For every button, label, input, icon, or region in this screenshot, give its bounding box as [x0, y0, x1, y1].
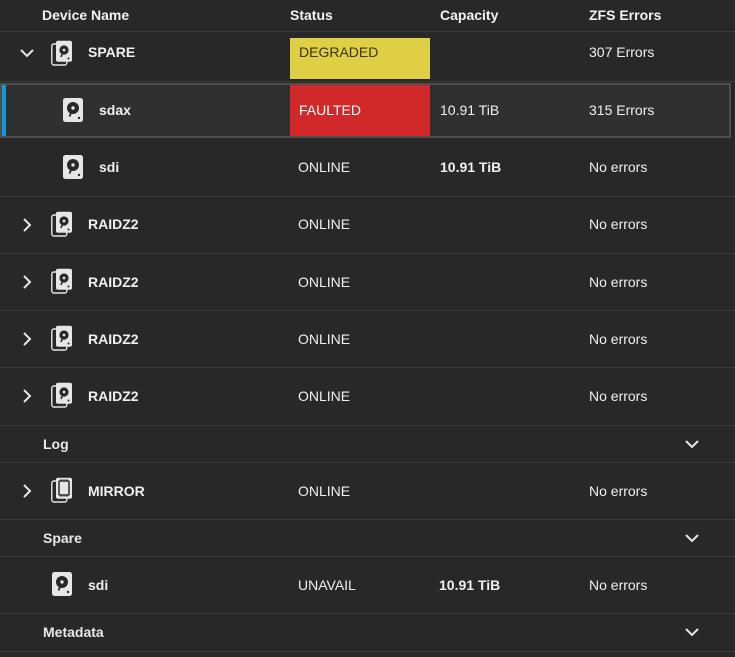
table-header: Device Name Status Capacity ZFS Errors [0, 0, 735, 32]
status-value: ONLINE [298, 216, 351, 232]
section-header-spare[interactable]: Spare [0, 520, 735, 557]
status-badge-degraded: DEGRADED [290, 38, 430, 79]
status-value: ONLINE [298, 331, 351, 347]
section-header-log[interactable]: Log [0, 426, 735, 463]
disk-group-icon [51, 40, 73, 66]
table-row[interactable]: MIRROR ONLINE No errors [0, 463, 735, 520]
errors-value: No errors [589, 388, 648, 404]
selection-accent [2, 85, 6, 136]
device-name: sdi [88, 577, 109, 593]
capacity-value: 10.91 TiB [440, 159, 502, 175]
device-name: sdi [99, 159, 120, 175]
chevron-right-icon[interactable] [18, 387, 36, 405]
chevron-right-icon[interactable] [18, 273, 36, 291]
table-row[interactable]: RAIDZ2 ONLINE No errors [0, 254, 735, 311]
errors-value: No errors [589, 274, 648, 290]
errors-value: 315 Errors [589, 102, 655, 118]
chevron-right-icon[interactable] [18, 482, 36, 500]
chevron-right-icon[interactable] [18, 330, 36, 348]
table-row-selected[interactable]: sdax FAULTED 10.91 TiB 315 Errors [0, 83, 731, 138]
status-value: ONLINE [298, 483, 351, 499]
section-title: Spare [43, 530, 82, 546]
chevron-down-icon[interactable] [18, 44, 36, 62]
table-row[interactable]: SPARE DEGRADED 307 Errors [0, 32, 735, 82]
disk-group-icon [51, 382, 73, 408]
hard-disk-icon [62, 97, 84, 123]
device-name: RAIDZ2 [88, 331, 139, 347]
device-tree-table: Device Name Status Capacity ZFS Errors S… [0, 0, 735, 657]
chevron-down-icon[interactable] [683, 529, 701, 547]
hard-disk-icon [51, 571, 73, 597]
col-capacity[interactable]: Capacity [440, 7, 498, 23]
disk-group-icon [51, 325, 73, 351]
device-name: sdax [99, 102, 131, 118]
status-value: ONLINE [298, 274, 351, 290]
disk-group-icon [51, 211, 73, 237]
table-row[interactable]: RAIDZ2 ONLINE No errors [0, 197, 735, 254]
table-row[interactable]: RAIDZ2 ONLINE No errors [0, 368, 735, 426]
errors-value: No errors [589, 159, 648, 175]
device-name: MIRROR [88, 483, 145, 499]
device-name: RAIDZ2 [88, 274, 139, 290]
status-value: UNAVAIL [298, 577, 356, 593]
errors-value: No errors [589, 331, 648, 347]
section-title: Log [43, 436, 69, 452]
errors-value: No errors [589, 216, 648, 232]
capacity-value: 10.91 TiB [440, 102, 500, 118]
table-row[interactable]: RAIDZ2 ONLINE No errors [0, 311, 735, 368]
status-badge-faulted: FAULTED [290, 85, 430, 136]
chevron-down-icon[interactable] [683, 435, 701, 453]
table-row[interactable]: sdi ONLINE 10.91 TiB No errors [0, 139, 735, 197]
status-value: ONLINE [298, 388, 351, 404]
errors-value: No errors [589, 577, 648, 593]
hard-disk-icon [62, 154, 84, 180]
errors-value: 307 Errors [589, 44, 655, 60]
col-zfs-errors[interactable]: ZFS Errors [589, 7, 661, 23]
col-device-name[interactable]: Device Name [42, 7, 129, 23]
status-value: ONLINE [298, 159, 351, 175]
device-name: SPARE [88, 44, 136, 60]
device-name: RAIDZ2 [88, 216, 139, 232]
capacity-value: 10.91 TiB [439, 577, 501, 593]
col-status[interactable]: Status [290, 7, 333, 23]
section-title: Metadata [43, 624, 104, 640]
chevron-right-icon[interactable] [18, 216, 36, 234]
section-header-metadata[interactable]: Metadata [0, 614, 735, 652]
table-row[interactable]: sdi UNAVAIL 10.91 TiB No errors [0, 557, 735, 614]
mirror-vdev-icon [51, 477, 73, 503]
errors-value: No errors [589, 483, 648, 499]
chevron-down-icon[interactable] [683, 623, 701, 641]
disk-group-icon [51, 268, 73, 294]
device-name: RAIDZ2 [88, 388, 139, 404]
